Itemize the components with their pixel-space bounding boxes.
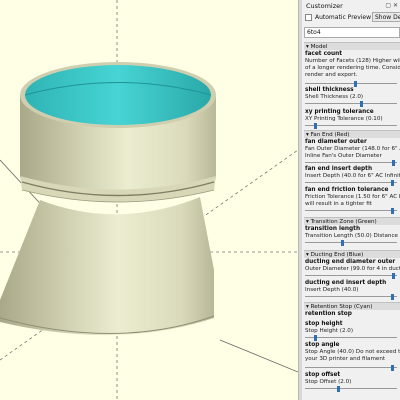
slider-shell-thickness[interactable] bbox=[305, 101, 397, 107]
slider-track bbox=[305, 162, 397, 163]
slider-thumb[interactable] bbox=[391, 208, 395, 214]
slider-track bbox=[305, 125, 397, 126]
slider-ducting-end-diameter-outer[interactable] bbox=[305, 273, 397, 279]
3d-viewport[interactable] bbox=[0, 0, 298, 400]
show-details-dropdown[interactable]: Show Deta bbox=[372, 12, 400, 22]
param-description-shell-thickness: Shell Thickness (2.0) bbox=[305, 94, 364, 100]
param-label-xy-printing-tolerance: xy printing tolerance bbox=[305, 109, 374, 115]
slider-track bbox=[305, 275, 397, 276]
slider-stop-height[interactable] bbox=[305, 335, 397, 341]
param-label-fan-diameter-outer: fan diameter outer bbox=[305, 139, 367, 145]
param-label-fan-end-friction-tolerance: fan end friction tolerance bbox=[305, 187, 389, 193]
auto-preview-checkbox[interactable] bbox=[305, 14, 312, 21]
slider-thumb[interactable] bbox=[392, 160, 396, 166]
slider-thumb[interactable] bbox=[391, 180, 395, 186]
slider-track bbox=[305, 367, 397, 368]
param-description-facet-count: of a longer rendering time. Consider i bbox=[305, 65, 400, 71]
param-label-stop-angle: stop angle bbox=[305, 342, 340, 348]
param-description-stop-angle: your 3D printer and filament bbox=[305, 356, 386, 362]
slider-thumb[interactable] bbox=[337, 386, 341, 392]
slider-track bbox=[305, 388, 397, 389]
param-label-ducting-end-diameter-outer: ducting end diameter outer bbox=[305, 259, 396, 265]
slider-track bbox=[305, 83, 397, 84]
slider-thumb[interactable] bbox=[391, 294, 395, 300]
param-description-fan-diameter-outer: Inline Fan's Outer Diameter bbox=[305, 153, 382, 159]
customizer-panel: Customizer ▢ ✕ Automatic Preview Show De… bbox=[302, 0, 400, 400]
param-description-transition-length: Transition Length (50.0) Distance betw bbox=[305, 233, 400, 239]
slider-stop-angle[interactable] bbox=[305, 365, 397, 371]
section-header-model[interactable]: ▾ Model bbox=[304, 42, 400, 50]
section-header-transition-zone[interactable]: ▾ Transition Zone (Green) bbox=[304, 217, 400, 225]
param-description-fan-diameter-outer: Fan Outer Diameter (148.0 for 6" AC bbox=[305, 146, 400, 152]
slider-fan-end-friction-tolerance[interactable] bbox=[305, 208, 397, 214]
slider-track bbox=[305, 296, 397, 297]
auto-preview-label: Automatic Preview bbox=[315, 14, 372, 21]
param-description-fan-end-insert-depth: Insert Depth (40.0 for 6" AC Infinity i bbox=[305, 173, 400, 179]
slider-transition-length[interactable] bbox=[305, 240, 397, 246]
slider-thumb[interactable] bbox=[340, 240, 344, 246]
preset-selector[interactable]: 6to4 bbox=[304, 27, 400, 38]
param-label-stop-height: stop height bbox=[305, 321, 343, 327]
slider-thumb[interactable] bbox=[313, 123, 317, 129]
section-header-fan-end[interactable]: ▾ Fan End (Red) bbox=[304, 130, 400, 138]
slider-track bbox=[305, 210, 397, 211]
param-description-ducting-end-diameter-outer: Outer Diameter (99.0 for 4 in ducting bbox=[305, 266, 400, 272]
param-description-facet-count: Number of Facets (128) Higher will in bbox=[305, 58, 400, 64]
param-description-fan-end-friction-tolerance: Friction Tolerance (1.50 for 6" AC Inf bbox=[305, 194, 400, 200]
param-description-facet-count: render and export. bbox=[305, 72, 358, 78]
slider-thumb[interactable] bbox=[391, 365, 395, 371]
param-description-stop-angle: Stop Angle (40.0) Do not exceed the bbox=[305, 349, 400, 355]
panel-title: Customizer bbox=[306, 2, 343, 10]
param-label-shell-thickness: shell thickness bbox=[305, 87, 354, 93]
slider-track bbox=[305, 182, 397, 183]
auto-preview-row: Automatic Preview Show Deta bbox=[304, 12, 400, 24]
panel-window-buttons[interactable]: ▢ ✕ bbox=[385, 2, 398, 9]
slider-track bbox=[305, 242, 397, 243]
param-label-stop-offset: stop offset bbox=[305, 372, 341, 378]
slider-ducting-end-insert-depth[interactable] bbox=[305, 294, 397, 300]
model-adapter[interactable] bbox=[0, 62, 216, 336]
param-label-fan-end-insert-depth: fan end insert depth bbox=[305, 166, 373, 172]
section-header-ducting-end[interactable]: ▾ Ducting End (Blue) bbox=[304, 250, 400, 258]
param-description-fan-end-friction-tolerance: will result in a tighter fit bbox=[305, 201, 372, 207]
param-label-facet-count: facet count bbox=[305, 51, 343, 57]
param-description-ducting-end-insert-depth: Insert Depth (40.0) bbox=[305, 287, 359, 293]
param-description-stop-offset: Stop Offset (2.0) bbox=[305, 379, 352, 385]
slider-thumb[interactable] bbox=[392, 273, 396, 279]
param-label-ducting-end-insert-depth: ducting end insert depth bbox=[305, 280, 387, 286]
slider-track bbox=[305, 103, 397, 104]
slider-fan-end-insert-depth[interactable] bbox=[305, 180, 397, 186]
slider-track bbox=[305, 337, 397, 338]
param-label-transition-length: transition length bbox=[305, 226, 361, 232]
param-description-stop-height: Stop Height (2.0) bbox=[305, 328, 354, 334]
param-label-retention-stop: retention stop bbox=[305, 311, 352, 317]
section-header-retention-stop[interactable]: ▾ Retention Stop (Cyan) bbox=[304, 302, 400, 310]
slider-xy-printing-tolerance[interactable] bbox=[305, 123, 397, 129]
slider-thumb[interactable] bbox=[353, 81, 357, 87]
slider-thumb[interactable] bbox=[360, 101, 364, 107]
slider-stop-offset[interactable] bbox=[305, 386, 397, 392]
param-description-xy-printing-tolerance: XY Printing Tolerance (0.10) bbox=[305, 116, 383, 122]
slider-thumb[interactable] bbox=[313, 335, 317, 341]
